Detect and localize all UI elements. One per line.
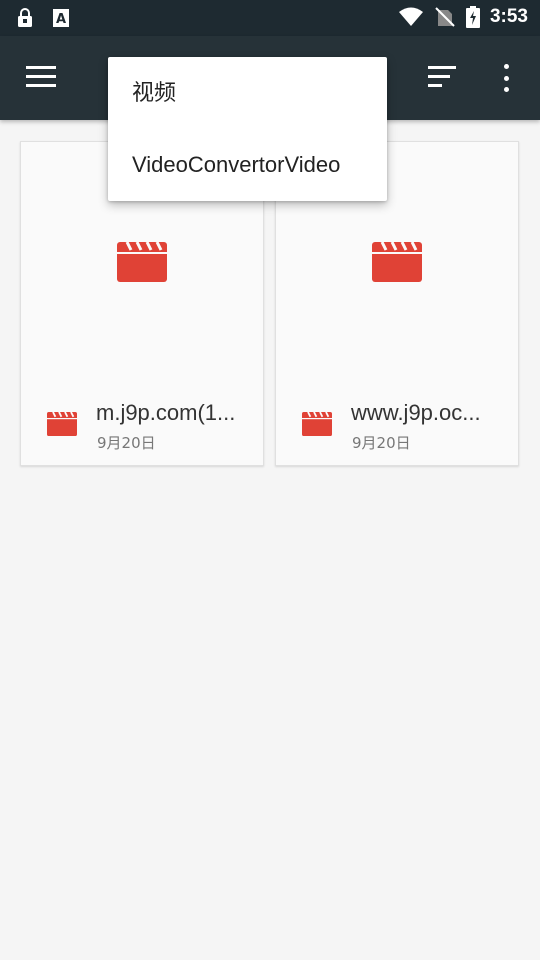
battery-charging-icon bbox=[465, 6, 480, 28]
file-date: 9月20日 bbox=[352, 434, 411, 452]
svg-text:A: A bbox=[56, 12, 66, 27]
video-clapperboard-icon bbox=[117, 242, 167, 282]
video-file-icon bbox=[47, 412, 77, 436]
file-name: m.j9p.com(1... bbox=[96, 400, 236, 425]
video-file-icon bbox=[302, 412, 332, 436]
lock-icon bbox=[18, 8, 32, 27]
status-right-icons: 3:53 bbox=[398, 6, 528, 28]
status-time: 3:53 bbox=[489, 6, 528, 27]
status-left-icons: A bbox=[16, 8, 70, 28]
file-date: 9月20日 bbox=[97, 434, 156, 452]
folder-dropdown-menu: 视频 VideoConvertorVideo bbox=[108, 57, 387, 201]
font-icon: A bbox=[53, 9, 69, 27]
sort-icon[interactable] bbox=[428, 66, 460, 90]
menu-item-video[interactable]: 视频 bbox=[108, 57, 387, 129]
status-bar: A 3:53 bbox=[0, 0, 540, 36]
file-name: www.j9p.oc... bbox=[351, 400, 481, 425]
no-sim-icon bbox=[435, 7, 455, 27]
more-vert-icon[interactable] bbox=[496, 64, 516, 92]
wifi-icon bbox=[398, 7, 423, 26]
menu-icon[interactable] bbox=[26, 66, 56, 90]
menu-item-videoconvertorvideo[interactable]: VideoConvertorVideo bbox=[108, 129, 387, 201]
video-clapperboard-icon bbox=[372, 242, 422, 282]
